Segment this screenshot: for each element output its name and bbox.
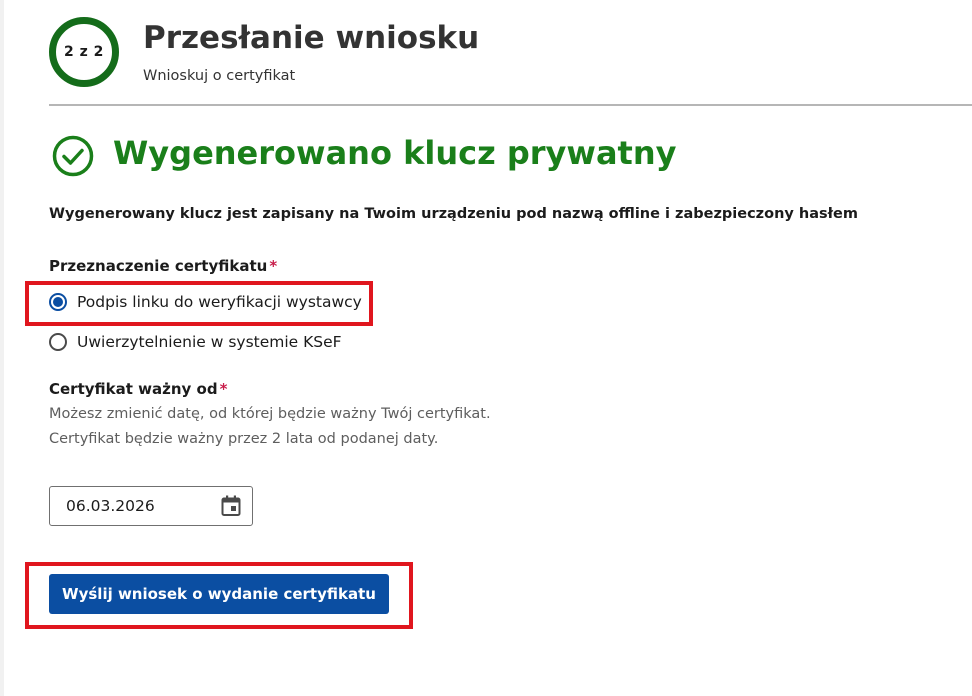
valid-from-label: Certyfikat ważny od *	[49, 380, 227, 398]
date-value: 06.03.2026	[66, 497, 155, 515]
calendar-icon[interactable]	[221, 495, 241, 517]
success-title: Wygenerowano klucz prywatny	[113, 134, 677, 172]
header-divider	[49, 104, 972, 106]
radio-button-unchecked[interactable]	[49, 333, 67, 351]
radio-option-ksef-auth[interactable]: Uwierzytelnienie w systemie KSeF	[49, 330, 342, 354]
valid-from-label-text: Certyfikat ważny od	[49, 380, 218, 398]
highlight-box	[25, 281, 373, 326]
step-indicator-label: 2 z 2	[64, 44, 104, 60]
step-indicator: 2 z 2	[49, 17, 119, 87]
required-mark: *	[219, 380, 228, 398]
page-title: Przesłanie wniosku	[143, 20, 480, 56]
key-info-text: Wygenerowany klucz jest zapisany na Twoi…	[49, 206, 858, 222]
purpose-label-text: Przeznaczenie certyfikatu	[49, 257, 268, 275]
radio-label: Uwierzytelnienie w systemie KSeF	[77, 333, 342, 351]
required-mark: *	[269, 257, 278, 275]
valid-from-hint: Możesz zmienić datę, od której będzie wa…	[49, 406, 491, 447]
purpose-label: Przeznaczenie certyfikatu *	[49, 257, 277, 275]
highlight-box	[25, 562, 413, 629]
left-border	[0, 0, 4, 696]
date-input[interactable]: 06.03.2026	[49, 486, 253, 526]
check-circle-icon	[52, 135, 94, 177]
page-subtitle: Wnioskuj o certyfikat	[143, 68, 296, 84]
